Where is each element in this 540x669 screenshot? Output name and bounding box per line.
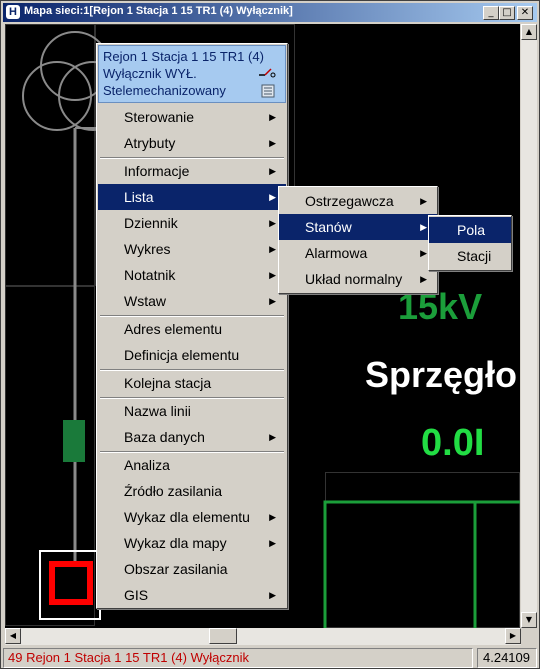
submenu-arrow-icon: ▶ bbox=[269, 270, 276, 280]
menu-item-atrybuty[interactable]: Atrybuty ▶ bbox=[98, 130, 286, 156]
submenu-arrow-icon: ▶ bbox=[269, 512, 276, 522]
menu-item-nazwa-linii[interactable]: Nazwa linii bbox=[98, 398, 286, 424]
title-bar[interactable]: H Mapa sieci:1[Rejon 1 Stacja 1 15 TR1 (… bbox=[3, 3, 537, 22]
submenu-arrow-icon: ▶ bbox=[269, 138, 276, 148]
menu-item-ostrzegawcza[interactable]: Ostrzegawcza ▶ bbox=[279, 188, 437, 214]
submenu-arrow-icon: ▶ bbox=[269, 112, 276, 122]
submenu-arrow-icon: ▶ bbox=[269, 590, 276, 600]
status-coordinate: 4.24109 bbox=[477, 648, 537, 668]
submenu-arrow-icon: ▶ bbox=[269, 192, 276, 202]
submenu-stanow: Pola Stacji bbox=[428, 215, 512, 271]
menu-item-analiza[interactable]: Analiza bbox=[98, 452, 286, 478]
menu-item-uklad-normalny[interactable]: Układ normalny ▶ bbox=[279, 266, 437, 292]
header-telemetry: Stelemechanizowany bbox=[103, 83, 226, 98]
menu-item-zrodlo-zasilania[interactable]: Źródło zasilania bbox=[98, 478, 286, 504]
menu-item-notatnik[interactable]: Notatnik ▶ bbox=[98, 262, 286, 288]
context-menu-items: Sterowanie ▶ Atrybuty ▶ Informacje ▶ Lista ▶… bbox=[98, 104, 286, 608]
menu-item-dziennik[interactable]: Dziennik ▶ bbox=[98, 210, 286, 236]
horizontal-scrollbar[interactable]: ◀ ▶ bbox=[5, 628, 521, 645]
submenu-arrow-icon: ▶ bbox=[420, 274, 427, 284]
submenu-arrow-icon: ▶ bbox=[269, 218, 276, 228]
scroll-up-button[interactable]: ▲ bbox=[521, 24, 537, 40]
menu-item-pola[interactable]: Pola bbox=[429, 217, 511, 243]
scroll-right-button[interactable]: ▶ bbox=[505, 628, 521, 644]
menu-item-alarmowa[interactable]: Alarmowa ▶ bbox=[279, 240, 437, 266]
submenu-lista: Ostrzegawcza ▶ Stanów ▶ Alarmowa ▶ Układ no… bbox=[278, 186, 438, 294]
scroll-down-button[interactable]: ▼ bbox=[521, 612, 537, 628]
context-menu-header: Rejon 1 Stacja 1 15 TR1 (4) Wyłącznik WY… bbox=[98, 45, 286, 103]
status-element-name: 49 Rejon 1 Stacja 1 15 TR1 (4) Wyłącznik bbox=[3, 648, 473, 668]
header-element-name: Rejon 1 Stacja 1 15 TR1 (4) bbox=[103, 49, 264, 64]
minimize-button[interactable]: _ bbox=[483, 6, 499, 20]
menu-item-wykaz-dla-elementu[interactable]: Wykaz dla elementu ▶ bbox=[98, 504, 286, 530]
status-bar: 49 Rejon 1 Stacja 1 15 TR1 (4) Wyłącznik… bbox=[3, 648, 537, 668]
menu-item-wstaw[interactable]: Wstaw ▶ bbox=[98, 288, 286, 314]
submenu-arrow-icon: ▶ bbox=[269, 166, 276, 176]
menu-item-adres-elementu[interactable]: Adres elementu bbox=[98, 316, 286, 342]
menu-item-baza-danych[interactable]: Baza danych ▶ bbox=[98, 424, 286, 450]
submenu-arrow-icon: ▶ bbox=[269, 296, 276, 306]
header-switch-state: Wyłącznik WYŁ. bbox=[103, 66, 197, 81]
menu-item-stanow[interactable]: Stanów ▶ bbox=[279, 214, 437, 240]
menu-item-kolejna-stacja[interactable]: Kolejna stacja bbox=[98, 370, 286, 396]
close-button[interactable]: ✕ bbox=[517, 6, 533, 20]
size-grip bbox=[521, 628, 537, 645]
submenu-arrow-icon: ▶ bbox=[420, 248, 427, 258]
coupler-label: Sprzęgło bbox=[365, 354, 518, 395]
menu-item-wykres[interactable]: Wykres ▶ bbox=[98, 236, 286, 262]
telemetry-icon bbox=[261, 84, 275, 98]
window-title: Mapa sieci:1[Rejon 1 Stacja 1 15 TR1 (4)… bbox=[24, 5, 293, 17]
scroll-left-button[interactable]: ◀ bbox=[5, 628, 21, 644]
menu-item-stacji[interactable]: Stacji bbox=[429, 243, 511, 269]
switch-icon bbox=[259, 68, 276, 78]
submenu-arrow-icon: ▶ bbox=[420, 222, 427, 232]
menu-item-definicja-elementu[interactable]: Definicja elementu bbox=[98, 342, 286, 368]
submenu-arrow-icon: ▶ bbox=[269, 538, 276, 548]
menu-item-informacje[interactable]: Informacje ▶ bbox=[98, 158, 286, 184]
vertical-scrollbar[interactable]: ▲ ▼ bbox=[521, 24, 537, 628]
maximize-button[interactable]: □ bbox=[499, 6, 515, 20]
menu-item-wykaz-dla-mapy[interactable]: Wykaz dla mapy ▶ bbox=[98, 530, 286, 556]
submenu-arrow-icon: ▶ bbox=[420, 196, 427, 206]
menu-item-sterowanie[interactable]: Sterowanie ▶ bbox=[98, 104, 286, 130]
app-icon[interactable]: H bbox=[6, 5, 20, 19]
submenu-arrow-icon: ▶ bbox=[269, 244, 276, 254]
value-readout: 0.0I bbox=[421, 422, 485, 464]
menu-item-lista[interactable]: Lista ▶ bbox=[98, 184, 286, 210]
horizontal-scroll-thumb[interactable] bbox=[209, 628, 237, 644]
menu-item-gis[interactable]: GIS ▶ bbox=[98, 582, 286, 608]
menu-item-obszar-zasilania[interactable]: Obszar zasilania bbox=[98, 556, 286, 582]
submenu-arrow-icon: ▶ bbox=[269, 432, 276, 442]
